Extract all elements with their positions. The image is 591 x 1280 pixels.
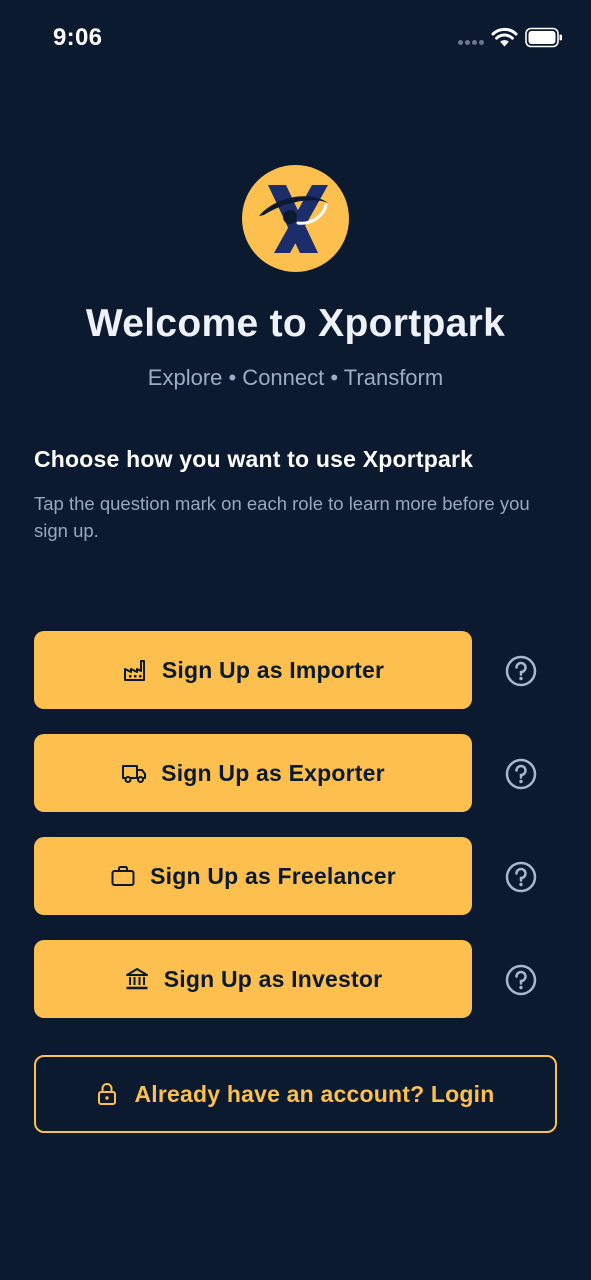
signup-investor-button[interactable]: Sign Up as Investor bbox=[34, 940, 472, 1018]
signup-exporter-label: Sign Up as Exporter bbox=[161, 759, 385, 786]
status-bar: 9:06 bbox=[0, 0, 591, 76]
section-description: Tap the question mark on each role to le… bbox=[34, 493, 530, 541]
welcome-screen: 9:06 Welcome to Xportpark Explore • Conn… bbox=[0, 0, 591, 1280]
login-button[interactable]: Already have an account? Login bbox=[34, 1055, 557, 1133]
factory-icon bbox=[122, 657, 148, 683]
help-circle-icon[interactable] bbox=[505, 964, 537, 996]
help-circle-icon[interactable] bbox=[505, 861, 537, 893]
signal-icon bbox=[458, 40, 484, 46]
signup-importer-label: Sign Up as Importer bbox=[161, 656, 385, 683]
page-title: Welcome to Xportpark bbox=[85, 302, 506, 345]
section-heading: Choose how you want to use Xportpark bbox=[34, 446, 474, 472]
wifi-icon bbox=[491, 27, 518, 47]
battery-icon bbox=[525, 27, 562, 48]
signup-importer-button[interactable]: Sign Up as Importer bbox=[34, 631, 472, 709]
briefcase-icon bbox=[110, 863, 136, 889]
signup-exporter-button[interactable]: Sign Up as Exporter bbox=[34, 734, 472, 812]
xportpark-logo bbox=[242, 165, 349, 272]
bank-icon bbox=[124, 966, 150, 992]
truck-icon bbox=[121, 760, 147, 786]
help-circle-icon[interactable] bbox=[505, 758, 537, 790]
signup-investor-label: Sign Up as Investor bbox=[163, 965, 383, 992]
login-label: Already have an account? Login bbox=[134, 1080, 495, 1107]
lock-icon bbox=[96, 1081, 118, 1107]
status-time: 9:06 bbox=[53, 24, 103, 51]
signup-freelancer-button[interactable]: Sign Up as Freelancer bbox=[34, 837, 472, 915]
tagline: Explore • Connect • Transform bbox=[147, 365, 444, 390]
help-circle-icon[interactable] bbox=[505, 655, 537, 687]
signup-freelancer-label: Sign Up as Freelancer bbox=[150, 862, 396, 889]
